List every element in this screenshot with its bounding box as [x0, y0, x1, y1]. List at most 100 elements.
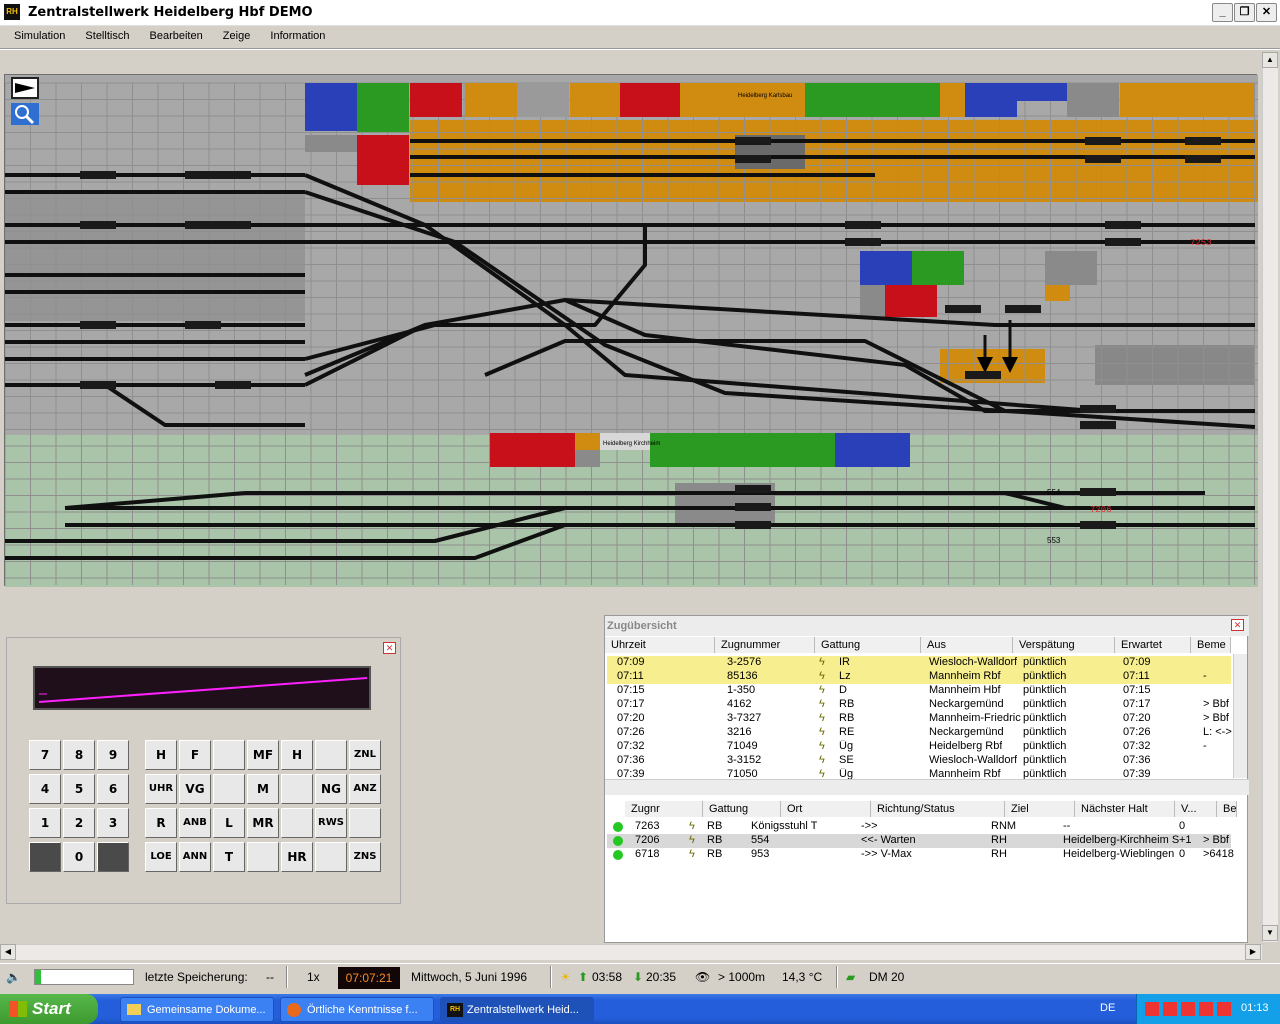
panel-close-icon[interactable]: ✕ [1231, 619, 1244, 631]
sim-speed[interactable]: 1x [307, 968, 320, 987]
keypad-key[interactable]: VG [179, 774, 211, 804]
keypad-key[interactable]: M [247, 774, 279, 804]
keypad-key[interactable] [29, 842, 61, 872]
column-header[interactable]: Beme [1217, 801, 1237, 817]
track-diagram-svg[interactable]: Heidelberg Karlsbau Heidelberg Kirchheim 5… [5, 75, 1258, 587]
menu-zeige[interactable]: Zeige [223, 28, 251, 42]
keypad-key[interactable]: HR [281, 842, 313, 872]
vertical-scrollbar[interactable]: ▲ ▼ [1262, 52, 1278, 942]
maximize-button[interactable]: ❐ [1234, 3, 1255, 22]
table-row[interactable]: 07:20 3-7327 RB Mannheim-Friedric pünktlich 0… [607, 712, 1231, 726]
keypad-key[interactable]: 1 [29, 808, 61, 838]
keypad-key[interactable]: MR [247, 808, 279, 838]
column-header[interactable]: Ort [781, 801, 871, 817]
column-header[interactable]: Gattung [703, 801, 781, 817]
keypad-key[interactable]: 3 [97, 808, 129, 838]
keypad-key[interactable] [97, 842, 129, 872]
table-row[interactable]: ϟ 7206 RB 554 <<- Warten RH Heidelberg-Kirchhe… [607, 834, 1231, 848]
keypad-key[interactable]: MF [247, 740, 279, 770]
column-header[interactable]: V... [1175, 801, 1217, 817]
keypad-key[interactable]: ANZ [349, 774, 381, 804]
keypad-key[interactable] [349, 808, 381, 838]
keypad-key[interactable] [281, 774, 313, 804]
column-header[interactable]: Zugnummer [715, 637, 815, 653]
keypad-key[interactable] [213, 740, 245, 770]
table-row[interactable]: 07:32 71049 Üg Heidelberg Rbf pünktlich 07:32… [607, 740, 1231, 754]
tray-icons[interactable] [1145, 1002, 1235, 1016]
cell-nummer: 3-2576 [727, 656, 762, 668]
scroll-down-button[interactable]: ▼ [1262, 925, 1278, 941]
zoom-icon[interactable] [11, 103, 39, 125]
keypad-key[interactable]: 5 [63, 774, 95, 804]
column-header[interactable]: Aus [921, 637, 1013, 653]
keypad-key[interactable]: L [213, 808, 245, 838]
task-firefox[interactable]: Örtliche Kenntnisse f... [280, 997, 434, 1022]
keypad-key[interactable]: 2 [63, 808, 95, 838]
table-hscrollbar[interactable] [605, 779, 1249, 795]
keypad-key[interactable]: 6 [97, 774, 129, 804]
column-header[interactable]: Nächster Halt [1075, 801, 1175, 817]
column-header[interactable]: Verspätung [1013, 637, 1115, 653]
keypad-key[interactable] [315, 842, 347, 872]
keypad-close-icon[interactable]: ✕ [383, 642, 396, 654]
table-row[interactable]: 07:11 85136 Lz Mannheim Rbf pünktlich 07:11 - ϟ [607, 670, 1231, 684]
scroll-left-button[interactable]: ◀ [0, 944, 16, 960]
keypad-key[interactable]: NG [315, 774, 347, 804]
keypad-key[interactable]: 4 [29, 774, 61, 804]
keypad-key[interactable]: 7 [29, 740, 61, 770]
keypad-key[interactable] [247, 842, 279, 872]
menu-simulation[interactable]: Simulation [14, 28, 65, 42]
keypad-key[interactable]: ZNS [349, 842, 381, 872]
menu-bearbeiten[interactable]: Bearbeiten [150, 28, 203, 42]
column-header[interactable]: Ziel [1005, 801, 1075, 817]
menu-information[interactable]: Information [270, 28, 325, 42]
keypad-key[interactable]: UHR [145, 774, 177, 804]
keypad-key[interactable]: H [281, 740, 313, 770]
close-button[interactable]: ✕ [1256, 3, 1277, 22]
column-header[interactable]: Gattung [815, 637, 921, 653]
task-stellwerk[interactable]: RH Zentralstellwerk Heid... [440, 997, 594, 1022]
table-row[interactable]: 07:36 3-3152 SE Wiesloch-Walldorf pünktlich 0… [607, 754, 1231, 768]
menu-stelltisch[interactable]: Stelltisch [85, 28, 129, 42]
scroll-up-button[interactable]: ▲ [1262, 52, 1278, 68]
table-row[interactable]: ϟ 7263 RB Königsstuhl T ->> RNM -- 0 [607, 820, 1231, 834]
keypad-key[interactable]: 9 [97, 740, 129, 770]
track-section [215, 171, 251, 179]
table-row[interactable]: 07:15 1-350 D Mannheim Hbf pünktlich 07:15 ϟ [607, 684, 1231, 698]
column-header[interactable]: Richtung/Status [871, 801, 1005, 817]
start-button[interactable]: Start [0, 994, 98, 1024]
play-arrow-icon[interactable] [11, 77, 39, 99]
keypad-key[interactable]: RWS [315, 808, 347, 838]
column-header[interactable]: Uhrzeit [605, 637, 715, 653]
column-header[interactable]: Zugnr [625, 801, 703, 817]
keypad-key[interactable]: F [179, 740, 211, 770]
cell-erwartet: 07:09 [1123, 656, 1151, 668]
language-indicator[interactable]: DE [1100, 1002, 1115, 1014]
keypad-key[interactable]: T [213, 842, 245, 872]
column-header[interactable]: Erwartet [1115, 637, 1191, 653]
task-explorer[interactable]: Gemeinsame Dokume... [120, 997, 274, 1022]
column-header[interactable]: Beme [1191, 637, 1231, 653]
minimize-button[interactable]: _ [1212, 3, 1233, 22]
keypad-key[interactable]: 8 [63, 740, 95, 770]
keypad-key[interactable]: ANN [179, 842, 211, 872]
table-row[interactable]: 07:17 4162 RB Neckargemünd pünktlich 07:17 > B… [607, 698, 1231, 712]
keypad-key[interactable]: LOE [145, 842, 177, 872]
keypad-key[interactable]: H [145, 740, 177, 770]
track-diagram[interactable]: Heidelberg Karlsbau Heidelberg Kirchheim 5… [4, 74, 1258, 587]
table-row[interactable]: 07:09 3-2576 IR Wiesloch-Walldorf pünktlich 0… [607, 656, 1231, 670]
keypad-key[interactable] [281, 808, 313, 838]
keypad-key[interactable] [315, 740, 347, 770]
keypad-key[interactable] [213, 774, 245, 804]
speaker-icon[interactable]: 🔈 [6, 968, 21, 987]
scroll-right-button[interactable]: ▶ [1245, 944, 1261, 960]
keypad-key[interactable]: 0 [63, 842, 95, 872]
temperature: 14,3 °C [782, 970, 823, 984]
table-row[interactable]: ϟ 6718 RB 953 ->> V-Max RH Heidelberg-Wiebling… [607, 848, 1234, 862]
horizontal-scrollbar[interactable]: ◀ ▶ [0, 944, 1262, 960]
keypad-key[interactable]: ZNL [349, 740, 381, 770]
keypad-key[interactable]: R [145, 808, 177, 838]
table-vscrollbar[interactable] [1233, 654, 1247, 778]
table-row[interactable]: 07:26 3216 RE Neckargemünd pünktlich 07:26 L: … [607, 726, 1232, 740]
keypad-key[interactable]: ANB [179, 808, 211, 838]
